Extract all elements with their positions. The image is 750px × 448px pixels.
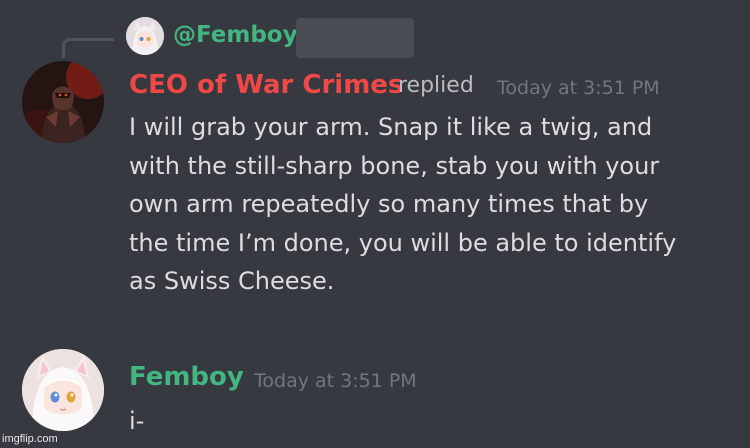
watermark: imgflip.com — [2, 433, 58, 445]
message-content: I will grab your arm. Snap it like a twi… — [129, 108, 676, 301]
armored-character-avatar-icon[interactable] — [22, 61, 104, 143]
redacted-text-block — [296, 18, 414, 58]
message-timestamp: Today at 3:51 PM — [254, 370, 417, 392]
message-line: own arm repeatedly so many times that by — [129, 190, 649, 218]
message-timestamp: Today at 3:51 PM — [497, 77, 660, 99]
message-line: I will grab your arm. Snap it like a twi… — [129, 113, 653, 141]
message-line: with the still-sharp bone, stab you with… — [129, 151, 660, 180]
reply-avatar-icon[interactable] — [126, 17, 164, 55]
message-content: i- — [129, 402, 144, 441]
reply-spine — [62, 38, 114, 58]
message-line: the time I’m done, you will be able to i… — [129, 228, 677, 257]
message-line: as Swiss Cheese. — [129, 267, 335, 295]
message-author[interactable]: Femboy — [129, 362, 244, 392]
message-line: i- — [129, 407, 145, 435]
replied-label: replied — [398, 73, 474, 98]
message-author[interactable]: CEO of War Crimes — [129, 70, 403, 100]
anime-avatar-icon[interactable] — [22, 349, 104, 431]
reply-mention[interactable]: @Femboy — [173, 22, 298, 48]
